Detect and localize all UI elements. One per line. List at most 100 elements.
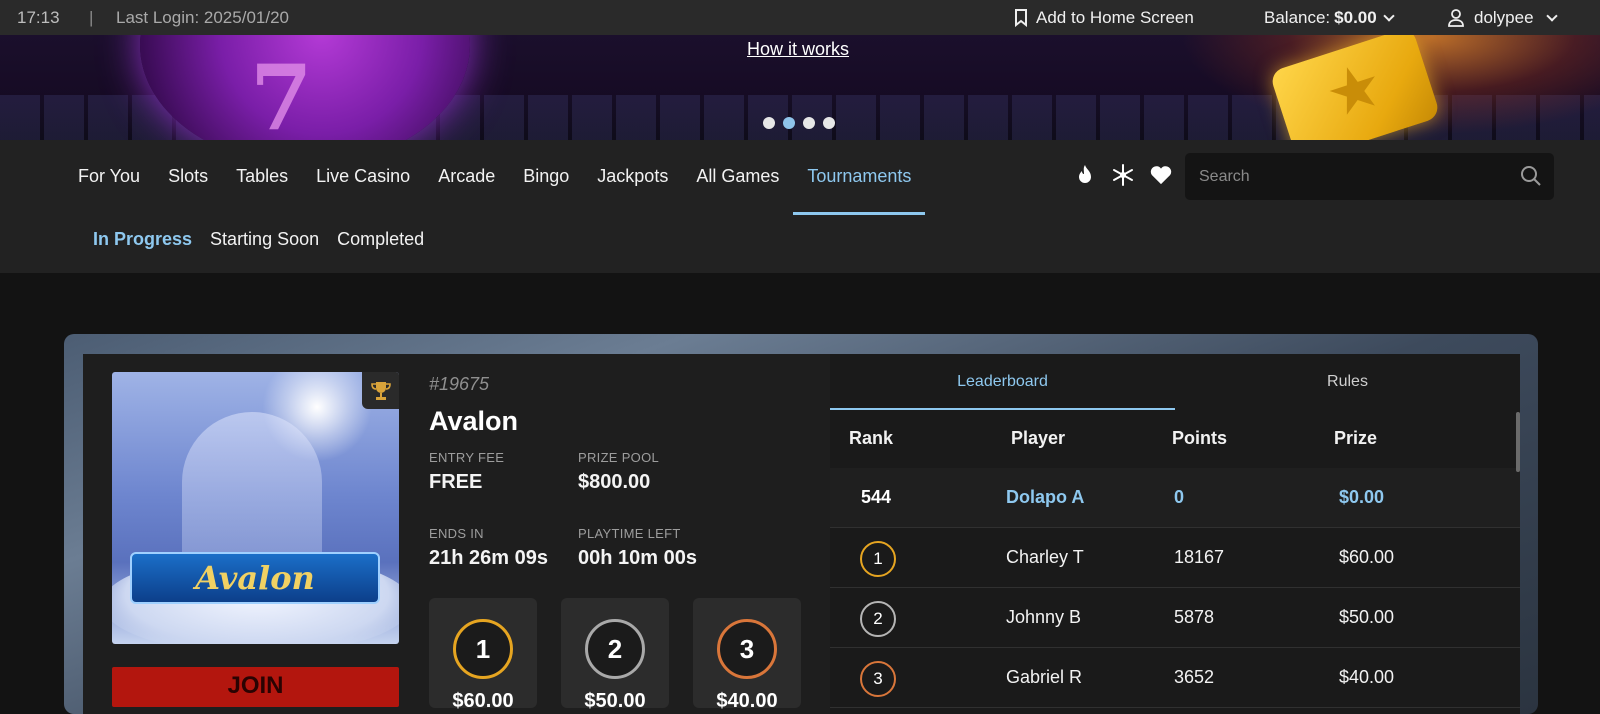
tournament-name: Avalon [429, 406, 519, 436]
player-name: Charley T [1006, 547, 1084, 567]
leaderboard-header: Rank Player Points Prize [830, 410, 1520, 468]
col-player: Player [1011, 428, 1066, 448]
tournament-subtabs: In Progress Starting Soon Completed [84, 229, 433, 250]
character-figure [182, 412, 322, 562]
main-tabs: For You Slots Tables Live Casino Arcade … [64, 140, 926, 215]
points-value: 18167 [1174, 547, 1225, 567]
ends-in-value: 21h 26m 09s [429, 547, 548, 569]
prize-value: $0.00 [1339, 487, 1385, 507]
tab-jackpots[interactable]: Jackpots [583, 140, 682, 215]
balance-value: $0.00 [1334, 7, 1377, 27]
player-name: Johnny B [1006, 607, 1082, 627]
last-login: Last Login: 2025/01/20 [116, 7, 289, 27]
how-it-works-link[interactable]: How it works [747, 39, 849, 60]
carousel-dot-active[interactable] [783, 117, 795, 129]
carousel-dot[interactable] [763, 117, 775, 129]
carousel-dot[interactable] [803, 117, 815, 129]
tab-all-games[interactable]: All Games [682, 140, 793, 215]
col-rank: Rank [849, 428, 894, 448]
player-name: Gabriel R [1006, 667, 1083, 687]
add-to-home-label: Add to Home Screen [1036, 7, 1194, 27]
points-value: 3652 [1174, 667, 1215, 687]
table-row: 1 Charley T 18167 $60.00 [830, 528, 1520, 588]
leaderboard-panel: Leaderboard Rules Rank Player Points Pri… [830, 354, 1520, 714]
playtime-value: 00h 10m 00s [578, 547, 697, 569]
ends-in-label: ENDS IN [429, 526, 484, 541]
clock-time: 17:13 [17, 7, 60, 27]
podium-first: 1 $60.00 [429, 598, 537, 712]
medal-bronze-icon: 3 [717, 619, 777, 679]
subtab-completed[interactable]: Completed [328, 229, 433, 250]
prize-value: $50.00 [1339, 607, 1395, 627]
game-logo: Avalon [130, 552, 380, 604]
user-icon [1448, 8, 1464, 27]
points-value: 5878 [1174, 607, 1215, 627]
podium-prize: $40.00 [716, 690, 778, 712]
col-prize: Prize [1334, 428, 1378, 448]
search-input[interactable] [1185, 153, 1505, 200]
balance-dropdown[interactable]: Balance: $0.00 [1264, 7, 1395, 28]
bookmark-icon [1015, 8, 1027, 27]
table-row: 3 Gabriel R 3652 $40.00 [830, 648, 1520, 708]
balance-label: Balance: [1264, 7, 1331, 27]
tab-bingo[interactable]: Bingo [509, 140, 583, 215]
snowflake-icon[interactable] [1112, 164, 1134, 186]
carousel-dots [763, 117, 835, 129]
medal-gold-icon: 1 [453, 619, 513, 679]
tab-rules[interactable]: Rules [1175, 354, 1520, 410]
player-name: Dolapo A [1006, 487, 1085, 507]
separator: | [89, 7, 94, 27]
playtime-label: PLAYTIME LEFT [578, 526, 681, 541]
col-points: Points [1172, 428, 1228, 448]
promo-banner[interactable]: 7 How it works [0, 35, 1600, 140]
seven-symbol-icon: 7 [250, 45, 313, 140]
slot-machine-graphic: 7 [140, 35, 470, 140]
tab-for-you[interactable]: For You [64, 140, 154, 215]
tab-slots[interactable]: Slots [154, 140, 222, 215]
prize-pool-label: PRIZE POOL [578, 450, 660, 465]
tab-arcade[interactable]: Arcade [424, 140, 509, 215]
tab-tables[interactable]: Tables [222, 140, 302, 215]
podium-second: 2 $50.00 [561, 598, 669, 712]
top-bar: 17:13 | Last Login: 2025/01/20 Add to Ho… [0, 0, 1600, 35]
rank-medal-icon: 2 [860, 601, 896, 637]
trophy-icon [370, 381, 391, 400]
prize-value: $40.00 [1339, 667, 1395, 687]
prize-value: $60.00 [1339, 547, 1395, 567]
fire-icon[interactable] [1074, 164, 1096, 186]
tournament-id: #19675 [429, 374, 490, 394]
table-row-current-user: 544 Dolapo A 0 $0.00 [830, 468, 1520, 528]
user-menu[interactable]: dolypee [1448, 7, 1558, 28]
tab-tournaments[interactable]: Tournaments [793, 140, 926, 215]
join-button[interactable]: JOIN [112, 667, 399, 707]
carousel-dot[interactable] [823, 117, 835, 129]
nav-icons [1074, 164, 1172, 186]
search-box[interactable] [1185, 153, 1554, 200]
leaderboard-tabs: Leaderboard Rules [830, 354, 1520, 410]
podium-prize: $60.00 [452, 690, 514, 712]
points-value: 0 [1174, 487, 1185, 507]
leaderboard-scrollbar[interactable] [1516, 412, 1520, 472]
chevron-down-icon [1545, 9, 1558, 22]
entry-fee-label: ENTRY FEE [429, 450, 505, 465]
heart-icon[interactable] [1150, 164, 1172, 186]
chevron-down-icon [1383, 9, 1395, 22]
podium-third: 3 $40.00 [693, 598, 801, 712]
subtab-in-progress[interactable]: In Progress [84, 229, 201, 250]
trophy-badge [362, 372, 399, 409]
add-to-home-button[interactable]: Add to Home Screen [1014, 8, 1194, 28]
username: dolypee [1474, 7, 1534, 27]
tab-leaderboard[interactable]: Leaderboard [830, 354, 1175, 410]
rank-medal-icon: 3 [860, 661, 896, 697]
category-nav: For You Slots Tables Live Casino Arcade … [0, 140, 1600, 273]
entry-fee-value: FREE [429, 471, 483, 493]
medal-silver-icon: 2 [585, 619, 645, 679]
subtab-starting-soon[interactable]: Starting Soon [201, 229, 328, 250]
prize-pool-value: $800.00 [578, 471, 651, 493]
search-icon[interactable] [1520, 165, 1542, 192]
tab-live-casino[interactable]: Live Casino [302, 140, 424, 215]
rank-value: 544 [861, 487, 892, 507]
podium-prize: $50.00 [584, 690, 646, 712]
table-row: 2 Johnny B 5878 $50.00 [830, 588, 1520, 648]
game-thumbnail[interactable]: Avalon [112, 372, 399, 644]
